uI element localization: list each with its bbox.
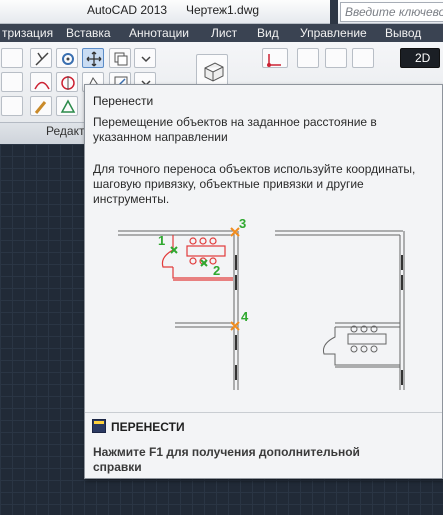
copy-button[interactable] (109, 48, 131, 68)
illustration-label-2: 2 (213, 263, 220, 278)
illustration-label-4: 4 (241, 309, 249, 324)
erase-button[interactable] (30, 96, 52, 116)
ribbon-button-left-3[interactable] (1, 96, 23, 116)
chevron-down-icon (141, 56, 151, 63)
trim-icon (35, 52, 49, 66)
rotate-button[interactable] (56, 48, 78, 68)
mirror-icon (61, 76, 75, 90)
tooltip-divider (85, 412, 442, 413)
2d-button[interactable]: 2D (400, 48, 440, 68)
command-tooltip: Перенести Перемещение объектов на заданн… (84, 84, 443, 479)
title-separator (330, 0, 338, 24)
tooltip-description: Перемещение объектов на заданное расстоя… (93, 115, 377, 144)
help-hint: Нажмите F1 для получения дополнительной … (93, 445, 360, 474)
ribbon-tab-bar: тризация Вставка Аннотации Лист Вид Упра… (0, 24, 443, 42)
trim-button[interactable] (30, 48, 52, 68)
3d-box-button[interactable] (196, 54, 228, 86)
modify-dropdown[interactable] (134, 48, 156, 68)
move-illustration: 1 2 3 4 (118, 216, 405, 390)
explode-icon (60, 99, 76, 113)
brush-icon (34, 101, 47, 114)
tab-view[interactable]: Вид (257, 26, 279, 40)
ribbon-button-left-1[interactable] (1, 48, 23, 68)
command-line-icon (92, 419, 106, 433)
ribbon-button-left-2[interactable] (1, 72, 23, 92)
2d-label: 2D (415, 51, 431, 65)
extend-icon (34, 81, 50, 90)
move-button[interactable] (82, 48, 104, 68)
panel-label-modify[interactable]: Редакт (46, 124, 84, 138)
extend-button[interactable] (30, 72, 52, 92)
move-icon (86, 51, 102, 67)
tab-manage[interactable]: Управление (300, 26, 367, 40)
view-button-1[interactable] (297, 48, 319, 68)
explode-button[interactable] (56, 96, 78, 116)
tooltip-title: Перенести (93, 94, 154, 108)
view-button-2[interactable] (325, 48, 347, 68)
ucs-button[interactable] (262, 48, 288, 68)
cube-icon (204, 62, 224, 82)
view-button-3[interactable] (352, 48, 374, 68)
file-name: Чертеж1.dwg (186, 3, 260, 17)
ucs-icon (267, 54, 281, 67)
tab-annotations[interactable]: Аннотации (129, 26, 189, 40)
title-bar: AutoCAD 2013 Чертеж1.dwg Введите ключево… (0, 0, 443, 24)
tab-insert[interactable]: Вставка (66, 26, 111, 40)
illustration-label-1: 1 (158, 233, 165, 248)
search-input[interactable]: Введите ключевое слово (340, 2, 443, 22)
tab-parametrization[interactable]: тризация (2, 26, 53, 40)
tooltip-body: Для точного переноса объектов используйт… (93, 162, 416, 206)
command-name: ПЕРЕНЕСТИ (111, 420, 185, 434)
copy-icon (114, 52, 128, 66)
rotate-icon (62, 53, 74, 65)
tab-layout[interactable]: Лист (211, 26, 237, 40)
illustration-label-3: 3 (239, 216, 246, 231)
mirror-button[interactable] (56, 72, 78, 92)
tab-output[interactable]: Вывод (385, 26, 421, 40)
app-title: AutoCAD 2013 (87, 3, 168, 17)
